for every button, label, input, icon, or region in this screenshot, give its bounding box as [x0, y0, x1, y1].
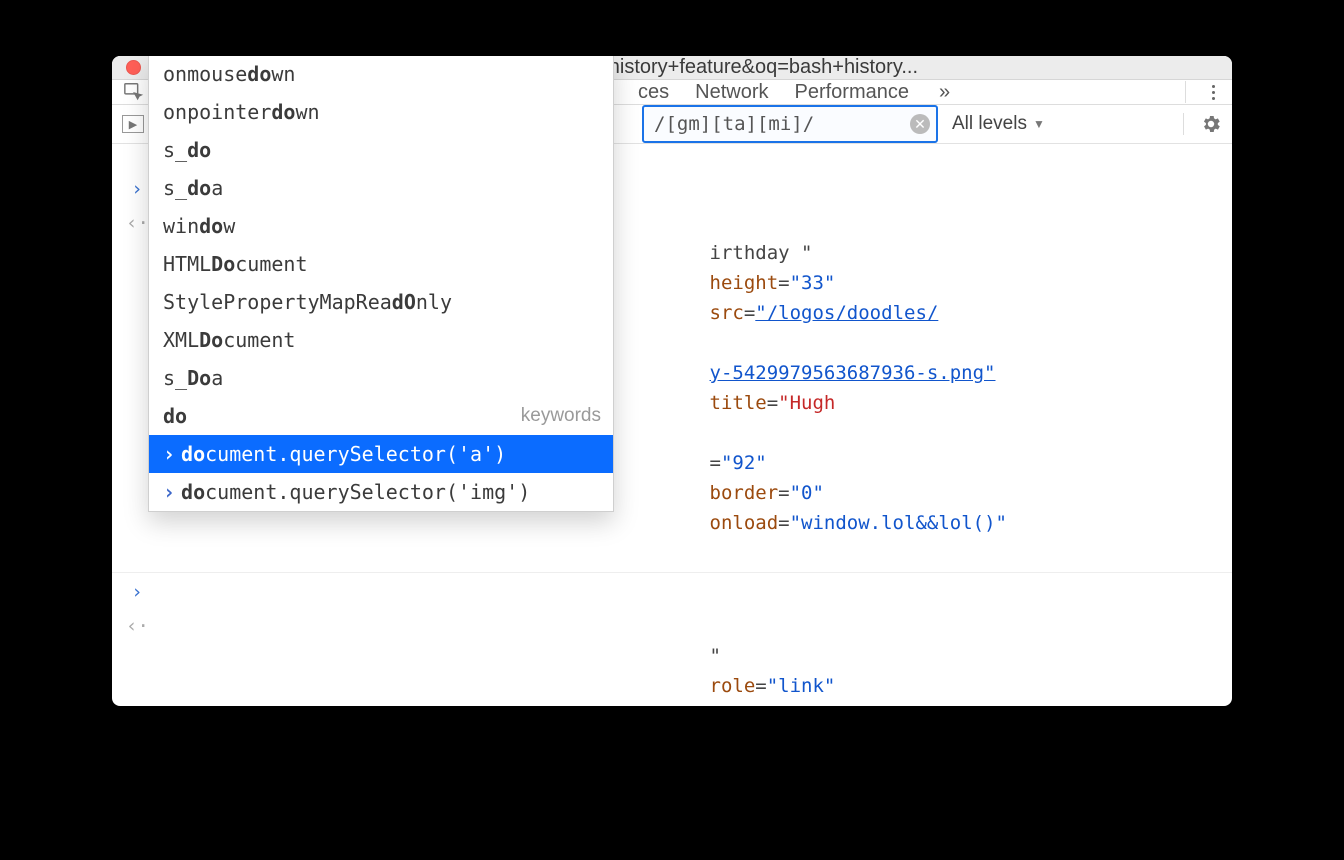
result-icon: ‹· [126, 208, 148, 238]
autocomplete-item[interactable]: onpointerdown [149, 93, 613, 131]
customize-devtools-menu[interactable] [1204, 85, 1222, 100]
tab-sources-partial[interactable]: ces [638, 81, 669, 104]
expand-icon[interactable]: › [126, 577, 148, 607]
result-text: " role="link" tabindex="0" jsaction= k7f… [148, 611, 1218, 706]
separator [1183, 113, 1184, 135]
close-window-button[interactable] [126, 60, 141, 75]
console-messages: › ‹· irthday " height="33" src="/logos/d… [112, 144, 1232, 706]
filter-input-wrap: ✕ [642, 105, 938, 143]
autocomplete-item[interactable]: dokeywords [149, 397, 613, 435]
log-levels-dropdown[interactable]: All levels ▼ [952, 113, 1045, 135]
autocomplete-item[interactable]: window [149, 207, 613, 245]
console-result-row[interactable]: ‹· " role="link" tabindex="0" jsaction= … [112, 609, 1232, 706]
execution-context-selector-icon[interactable]: ▶ [122, 115, 144, 133]
autocomplete-item[interactable]: XMLDocument [149, 321, 613, 359]
separator [1185, 81, 1186, 103]
tab-network[interactable]: Network [695, 81, 768, 104]
autocomplete-item[interactable]: StylePropertyMapReadOnly [149, 283, 613, 321]
autocomplete-item[interactable]: HTMLDocument [149, 245, 613, 283]
console-log-row[interactable]: › [112, 575, 1232, 609]
autocomplete-dropdown: onmousedownonpointerdowns_dos_doawindowH… [148, 56, 614, 512]
inspect-element-icon[interactable] [122, 80, 146, 104]
autocomplete-item[interactable]: s_do [149, 131, 613, 169]
log-levels-label: All levels [952, 113, 1027, 135]
chevron-down-icon: ▼ [1033, 117, 1045, 131]
devtools-window: DevTools - www.google.com/search?q=bash+… [112, 56, 1232, 706]
console-settings-icon[interactable] [1200, 113, 1222, 135]
autocomplete-item[interactable]: s_doa [149, 169, 613, 207]
autocomplete-item[interactable]: s_Doa [149, 359, 613, 397]
autocomplete-item[interactable]: onmousedown [149, 56, 613, 93]
expand-icon[interactable]: › [126, 174, 148, 204]
clear-filter-icon[interactable]: ✕ [910, 114, 930, 134]
log-text [148, 577, 1218, 607]
autocomplete-history-item[interactable]: ›document.querySelector('a') [149, 435, 613, 473]
console-filter-input[interactable] [642, 105, 938, 143]
autocomplete-history-item[interactable]: ›document.querySelector('img') [149, 473, 613, 511]
tab-performance[interactable]: Performance [794, 81, 909, 104]
result-icon: ‹· [126, 611, 148, 641]
tabs-overflow-button[interactable]: » [939, 81, 950, 104]
